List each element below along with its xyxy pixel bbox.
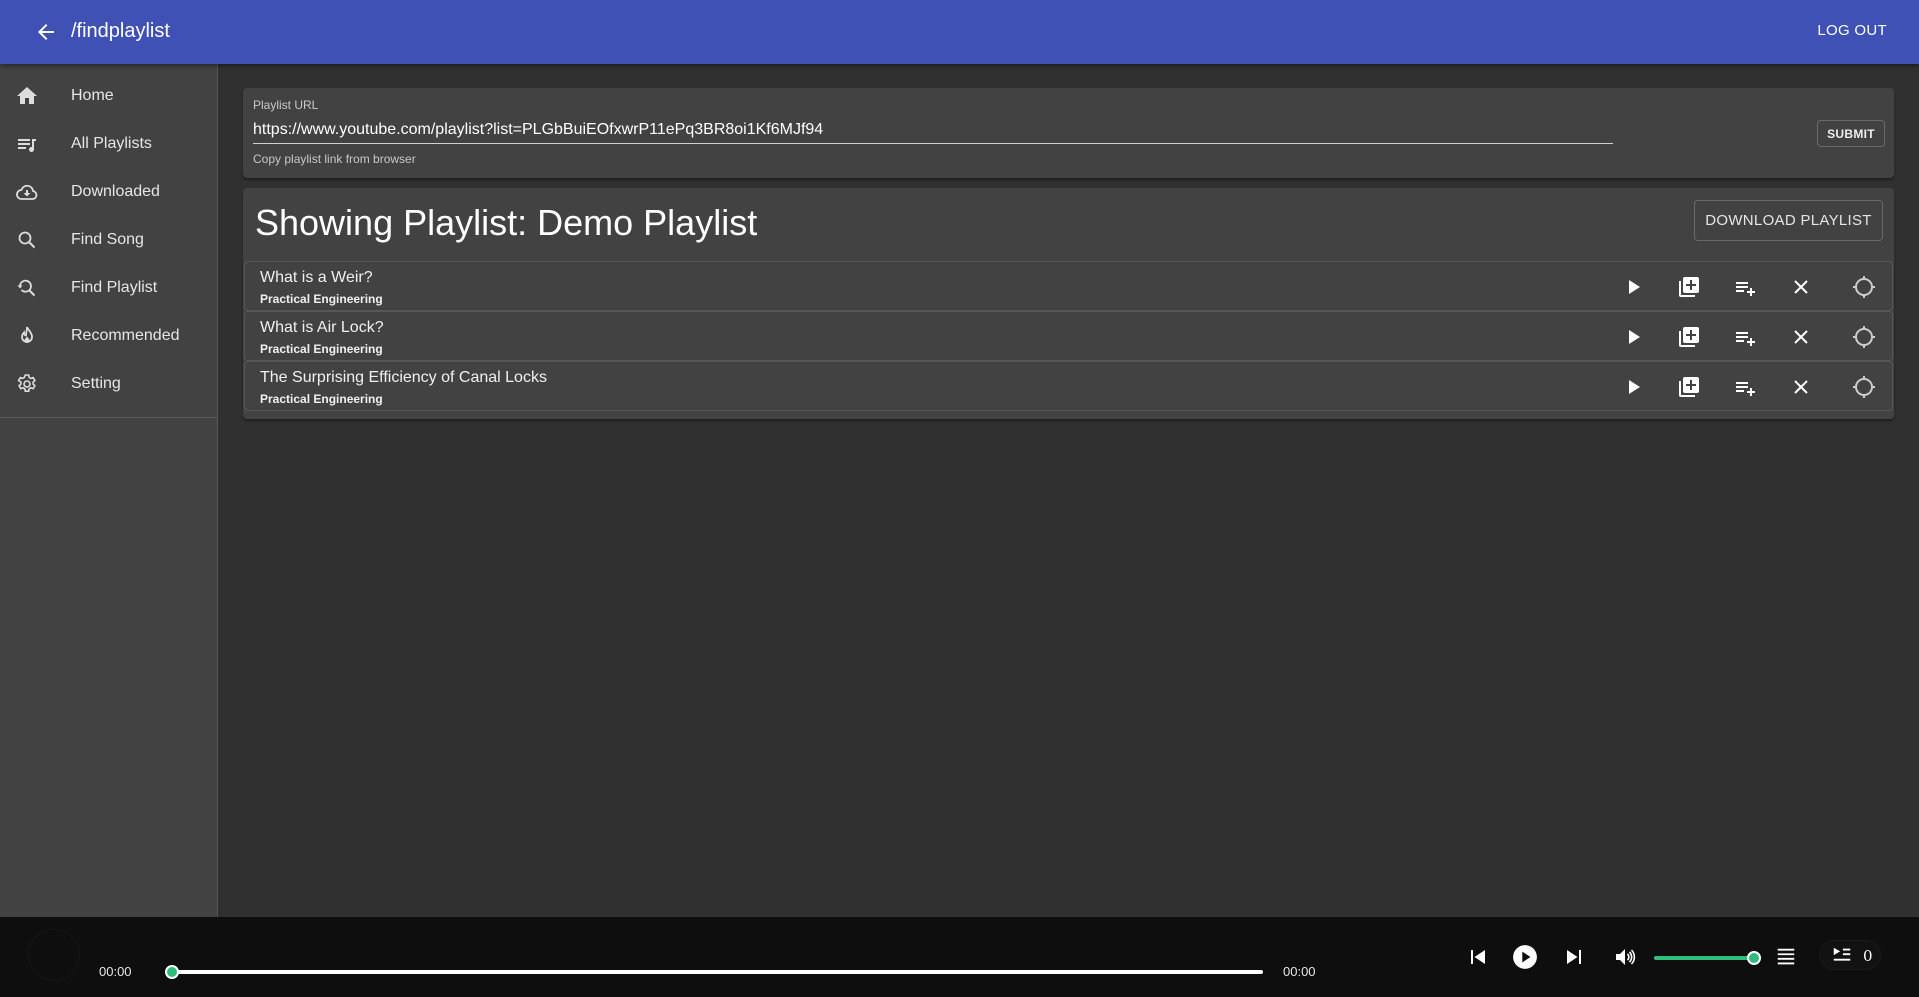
crosshair-icon[interactable]: [1852, 275, 1876, 299]
playlist-add-icon[interactable]: [1733, 375, 1757, 399]
page-title: /findplaylist: [71, 20, 170, 42]
sidebar-item-label: Find Playlist: [71, 279, 158, 296]
close-icon[interactable]: [1789, 325, 1813, 349]
sidebar-item-label: Setting: [71, 375, 121, 392]
song-artist: Practical Engineering: [260, 392, 383, 406]
library-add-icon[interactable]: [1677, 275, 1701, 299]
library-add-icon[interactable]: [1677, 325, 1701, 349]
progress-slider[interactable]: [165, 965, 1263, 979]
song-artist: Practical Engineering: [260, 292, 383, 306]
song-artist: Practical Engineering: [260, 342, 383, 356]
song-title: The Surprising Efficiency of Canal Locks: [260, 369, 547, 386]
player-bar: 00:00 00:00 0: [0, 917, 1919, 997]
library-add-icon[interactable]: [1677, 375, 1701, 399]
sidebar-item-label: All Playlists: [71, 135, 152, 152]
playlist-url-label: Playlist URL: [253, 98, 319, 112]
fire-icon: [15, 324, 39, 348]
current-time: 00:00: [99, 964, 132, 979]
app-bar: /findplaylist LOG OUT: [0, 0, 1919, 64]
volume-icon[interactable]: [1612, 944, 1638, 970]
crosshair-icon[interactable]: [1852, 375, 1876, 399]
close-icon[interactable]: [1789, 275, 1813, 299]
sidebar: Home All Playlists Downloaded Find Song …: [0, 64, 218, 917]
volume-slider[interactable]: [1654, 951, 1761, 965]
back-arrow-icon[interactable]: [34, 20, 58, 44]
home-icon: [15, 84, 39, 108]
playlist-card: Showing Playlist: Demo Playlist DOWNLOAD…: [243, 188, 1894, 419]
song-row[interactable]: What is Air Lock? Practical Engineering: [244, 311, 1893, 361]
queue-count: 0: [1863, 947, 1873, 965]
album-art-placeholder: [28, 929, 80, 981]
queue-button[interactable]: 0: [1819, 940, 1881, 970]
playlist-heading: Showing Playlist: Demo Playlist: [255, 202, 758, 243]
sidebar-item-recommended[interactable]: Recommended: [0, 312, 217, 360]
gear-icon: [15, 372, 39, 396]
volume-fill: [1654, 956, 1754, 960]
play-icon[interactable]: [1621, 325, 1645, 349]
sidebar-item-find-song[interactable]: Find Song: [0, 216, 217, 264]
close-icon[interactable]: [1789, 375, 1813, 399]
lyrics-menu-icon[interactable]: [1773, 944, 1799, 970]
queue-icon: [1830, 945, 1854, 972]
sidebar-item-label: Downloaded: [71, 183, 160, 200]
sidebar-item-setting[interactable]: Setting: [0, 360, 217, 408]
song-row[interactable]: The Surprising Efficiency of Canal Locks…: [244, 361, 1893, 411]
progress-thumb[interactable]: [165, 965, 179, 979]
logout-button[interactable]: LOG OUT: [1817, 22, 1887, 39]
play-circle-icon[interactable]: [1512, 944, 1538, 970]
sidebar-item-label: Recommended: [71, 327, 180, 344]
next-track-icon[interactable]: [1561, 944, 1587, 970]
sidebar-item-home[interactable]: Home: [0, 72, 217, 120]
playlist-url-form: Playlist URL Copy playlist link from bro…: [243, 88, 1894, 178]
playlist-music-icon: [15, 132, 39, 156]
previous-track-icon[interactable]: [1465, 944, 1491, 970]
playlist-add-icon[interactable]: [1733, 275, 1757, 299]
song-title: What is Air Lock?: [260, 319, 384, 336]
cloud-download-icon: [15, 180, 39, 204]
crosshair-icon[interactable]: [1852, 325, 1876, 349]
sidebar-divider: [0, 417, 217, 418]
sidebar-item-label: Find Song: [71, 231, 144, 248]
download-playlist-button[interactable]: DOWNLOAD PLAYLIST: [1694, 200, 1883, 241]
playlist-add-icon[interactable]: [1733, 325, 1757, 349]
play-icon[interactable]: [1621, 375, 1645, 399]
playlist-url-input[interactable]: [253, 116, 1613, 144]
duration-time: 00:00: [1283, 964, 1316, 979]
sidebar-item-find-playlist[interactable]: Find Playlist: [0, 264, 217, 312]
sidebar-item-downloaded[interactable]: Downloaded: [0, 168, 217, 216]
song-row[interactable]: What is a Weir? Practical Engineering: [244, 261, 1893, 311]
sidebar-item-label: Home: [71, 87, 114, 104]
submit-button[interactable]: SUBMIT: [1817, 120, 1885, 147]
volume-thumb[interactable]: [1747, 951, 1761, 965]
sidebar-item-all-playlists[interactable]: All Playlists: [0, 120, 217, 168]
play-icon[interactable]: [1621, 275, 1645, 299]
search-icon: [15, 228, 39, 252]
playlist-url-helper-text: Copy playlist link from browser: [253, 152, 416, 166]
song-title: What is a Weir?: [260, 269, 373, 286]
search-history-icon: [15, 276, 39, 300]
